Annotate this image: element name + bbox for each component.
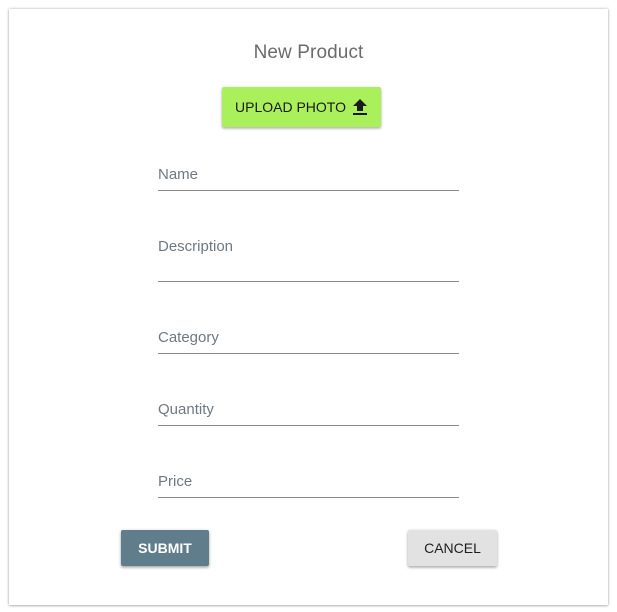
upload-photo-button[interactable]: UPLOAD PHOTO — [222, 87, 381, 127]
upload-icon — [352, 98, 368, 116]
name-input[interactable] — [158, 171, 459, 188]
quantity-field[interactable]: Quantity — [158, 394, 459, 426]
category-input[interactable] — [158, 334, 459, 351]
description-input[interactable] — [158, 262, 459, 279]
submit-button[interactable]: SUBMIT — [121, 530, 209, 566]
cancel-button[interactable]: CANCEL — [408, 530, 497, 566]
description-field[interactable]: Description — [158, 231, 459, 282]
category-field[interactable]: Category — [158, 322, 459, 354]
form-title: New Product — [253, 42, 364, 63]
price-input[interactable] — [158, 478, 459, 495]
quantity-input[interactable] — [158, 406, 459, 423]
name-field[interactable]: Name — [158, 159, 459, 191]
description-label: Description — [158, 238, 234, 255]
price-field[interactable]: Price — [158, 466, 459, 498]
upload-photo-label: UPLOAD PHOTO — [235, 99, 346, 115]
new-product-card: New Product UPLOAD PHOTO Name Descriptio… — [9, 9, 608, 605]
